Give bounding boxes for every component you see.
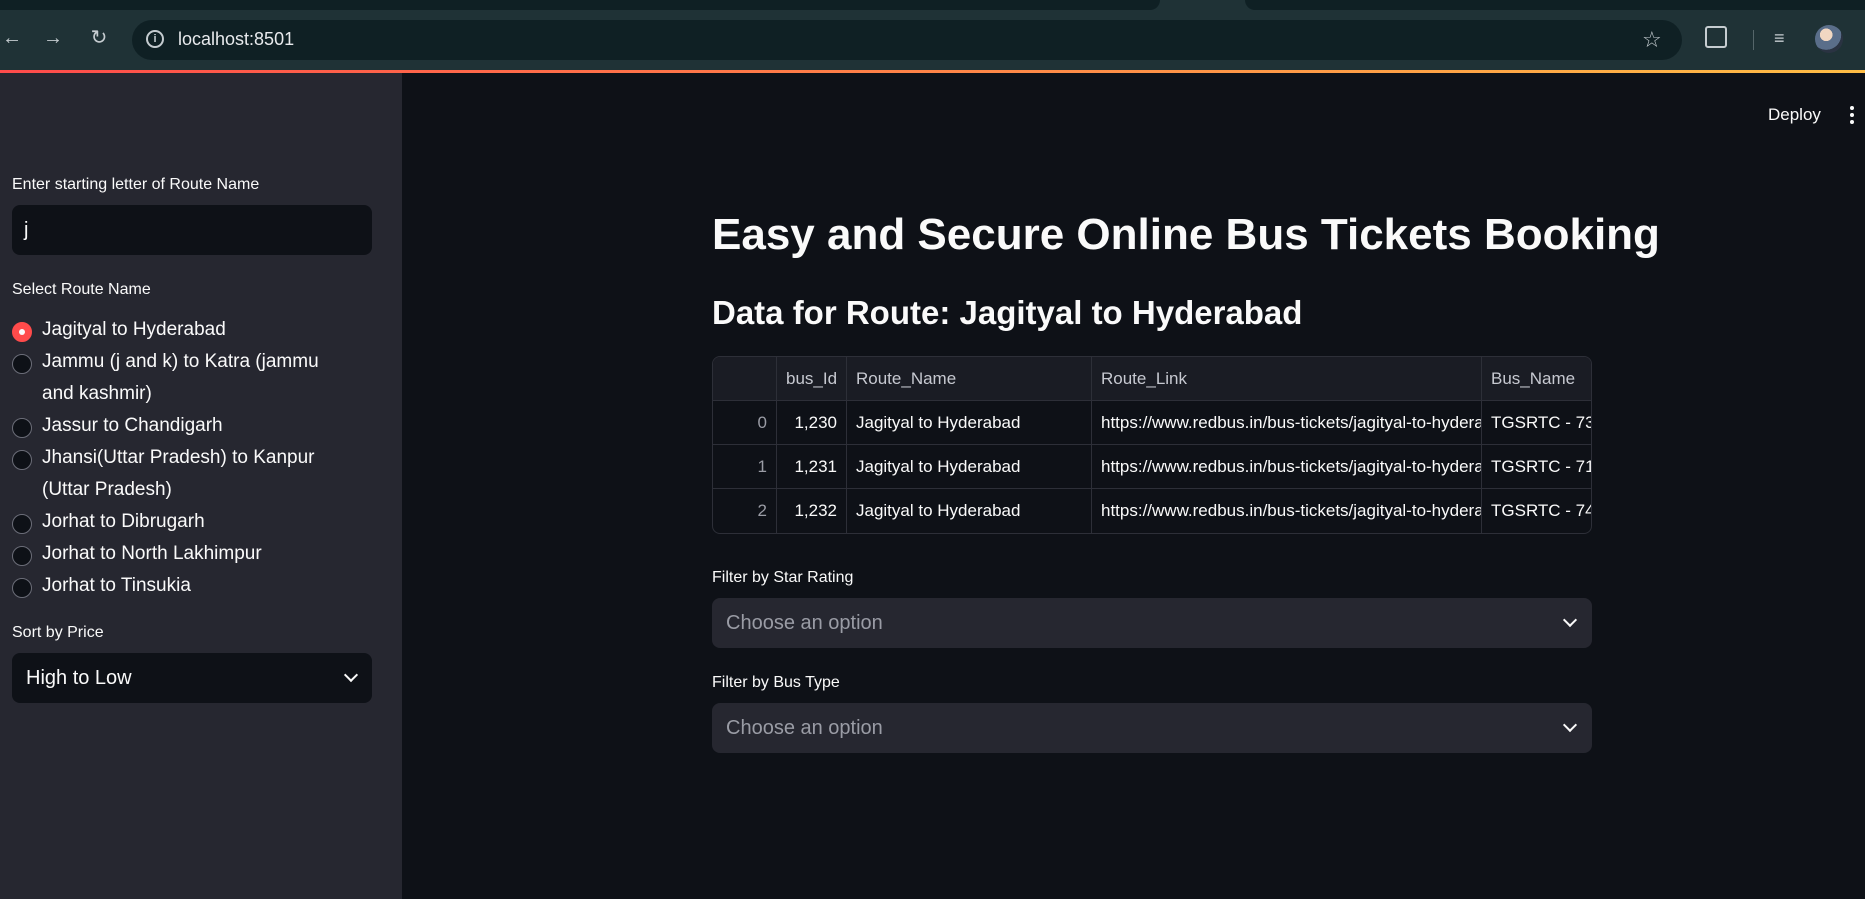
route-option[interactable]: Jagityal to Hyderabad: [12, 318, 352, 346]
table-cell[interactable]: 1,232: [777, 489, 847, 533]
bus-type-filter-placeholder: Choose an option: [726, 717, 883, 739]
browser-tab[interactable]: [1245, 0, 1865, 10]
table-header-cell[interactable]: [713, 357, 777, 401]
route-option[interactable]: Jorhat to Dibrugarh: [12, 510, 352, 538]
back-arrow-icon[interactable]: ←: [0, 26, 24, 50]
route-option-label: Jassur to Chandigarh: [42, 415, 223, 436]
bookmark-star-icon[interactable]: ☆: [1642, 27, 1662, 53]
profile-avatar[interactable]: [1815, 25, 1843, 53]
table-cell[interactable]: TGSRTC - 7349: [1482, 401, 1591, 445]
reload-icon[interactable]: ↻: [87, 26, 111, 50]
route-option[interactable]: Jorhat to North Lakhimpur: [12, 542, 352, 570]
table-header-cell[interactable]: Bus_Name: [1482, 357, 1591, 401]
table-cell[interactable]: 1,230: [777, 401, 847, 445]
route-option-label: Jorhat to Tinsukia: [42, 575, 191, 596]
page-title: Easy and Secure Online Bus Tickets Booki…: [712, 210, 1660, 259]
table-cell[interactable]: Jagityal to Hyderabad: [847, 401, 1092, 445]
sort-label: Sort by Price: [12, 624, 104, 641]
route-option-label: Jorhat to Dibrugarh: [42, 511, 205, 532]
forward-arrow-icon[interactable]: →: [41, 26, 65, 50]
row-index-cell[interactable]: 1: [713, 445, 777, 489]
route-option-label: Jorhat to North Lakhimpur: [42, 543, 262, 564]
site-info-icon[interactable]: i: [146, 30, 164, 48]
radio-unselected-icon[interactable]: [12, 546, 32, 566]
table-row[interactable]: 2 1,232 Jagityal to Hyderabad https://ww…: [713, 489, 1591, 533]
table-header-row: bus_Id Route_Name Route_Link Bus_Name: [713, 357, 1591, 401]
star-rating-filter-select[interactable]: Choose an option: [712, 598, 1592, 648]
route-option[interactable]: Jammu (j and k) to Katra (jammu and kash…: [12, 350, 332, 410]
browser-tab-strip: [0, 0, 1865, 10]
table-cell[interactable]: Jagityal to Hyderabad: [847, 445, 1092, 489]
table-cell[interactable]: 1,231: [777, 445, 847, 489]
bus-type-filter-select[interactable]: Choose an option: [712, 703, 1592, 753]
radio-unselected-icon[interactable]: [12, 514, 32, 534]
address-bar-url[interactable]: localhost:8501: [178, 29, 294, 50]
star-rating-filter-label: Filter by Star Rating: [712, 569, 854, 586]
table-cell[interactable]: Jagityal to Hyderabad: [847, 489, 1092, 533]
route-option[interactable]: Jhansi(Uttar Pradesh) to Kanpur (Uttar P…: [12, 446, 332, 506]
radio-unselected-icon[interactable]: [12, 450, 32, 470]
toolbar-divider: [1753, 30, 1754, 50]
media-control-icon[interactable]: ≡: [1774, 28, 1785, 49]
deploy-button[interactable]: Deploy: [1768, 105, 1821, 125]
route-option[interactable]: Jorhat to Tinsukia: [12, 574, 352, 602]
radio-unselected-icon[interactable]: [12, 578, 32, 598]
route-option[interactable]: Jassur to Chandigarh: [12, 414, 352, 442]
radio-unselected-icon[interactable]: [12, 418, 32, 438]
table-cell[interactable]: TGSRTC - 7155: [1482, 445, 1591, 489]
chevron-down-icon: [1562, 612, 1578, 628]
route-option-label: Jagityal to Hyderabad: [42, 319, 226, 340]
table-header-cell[interactable]: Route_Name: [847, 357, 1092, 401]
table-cell[interactable]: https://www.redbus.in/bus-tickets/jagity…: [1092, 401, 1482, 445]
bus-data-table[interactable]: bus_Id Route_Name Route_Link Bus_Name 0 …: [712, 356, 1592, 534]
more-options-icon[interactable]: [1850, 106, 1854, 124]
sort-select-value: High to Low: [26, 667, 132, 689]
bus-type-filter-label: Filter by Bus Type: [712, 674, 840, 691]
chevron-down-icon: [343, 667, 359, 683]
route-radio-label: Select Route Name: [12, 281, 151, 298]
table-cell[interactable]: https://www.redbus.in/bus-tickets/jagity…: [1092, 489, 1482, 533]
browser-tab[interactable]: [0, 0, 1160, 10]
radio-selected-icon[interactable]: [12, 322, 32, 342]
route-option-label: Jhansi(Uttar Pradesh) to Kanpur (Uttar P…: [42, 447, 315, 500]
sort-select[interactable]: High to Low: [12, 653, 372, 703]
address-bar[interactable]: [132, 20, 1682, 60]
route-data-heading: Data for Route: Jagityal to Hyderabad: [712, 294, 1303, 331]
route-option-label: Jammu (j and k) to Katra (jammu and kash…: [42, 351, 319, 404]
row-index-cell[interactable]: 2: [713, 489, 777, 533]
route-letter-input[interactable]: j: [12, 205, 372, 255]
route-input-label: Enter starting letter of Route Name: [12, 176, 260, 193]
table-row[interactable]: 1 1,231 Jagityal to Hyderabad https://ww…: [713, 445, 1591, 489]
table-header-cell[interactable]: Route_Link: [1092, 357, 1482, 401]
table-row[interactable]: 0 1,230 Jagityal to Hyderabad https://ww…: [713, 401, 1591, 445]
table-cell[interactable]: TGSRTC - 7471: [1482, 489, 1591, 533]
star-rating-filter-placeholder: Choose an option: [726, 612, 883, 634]
chevron-down-icon: [1562, 717, 1578, 733]
row-index-cell[interactable]: 0: [713, 401, 777, 445]
radio-unselected-icon[interactable]: [12, 354, 32, 374]
extensions-icon[interactable]: [1705, 26, 1727, 48]
table-cell[interactable]: https://www.redbus.in/bus-tickets/jagity…: [1092, 445, 1482, 489]
table-header-cell[interactable]: bus_Id: [777, 357, 847, 401]
